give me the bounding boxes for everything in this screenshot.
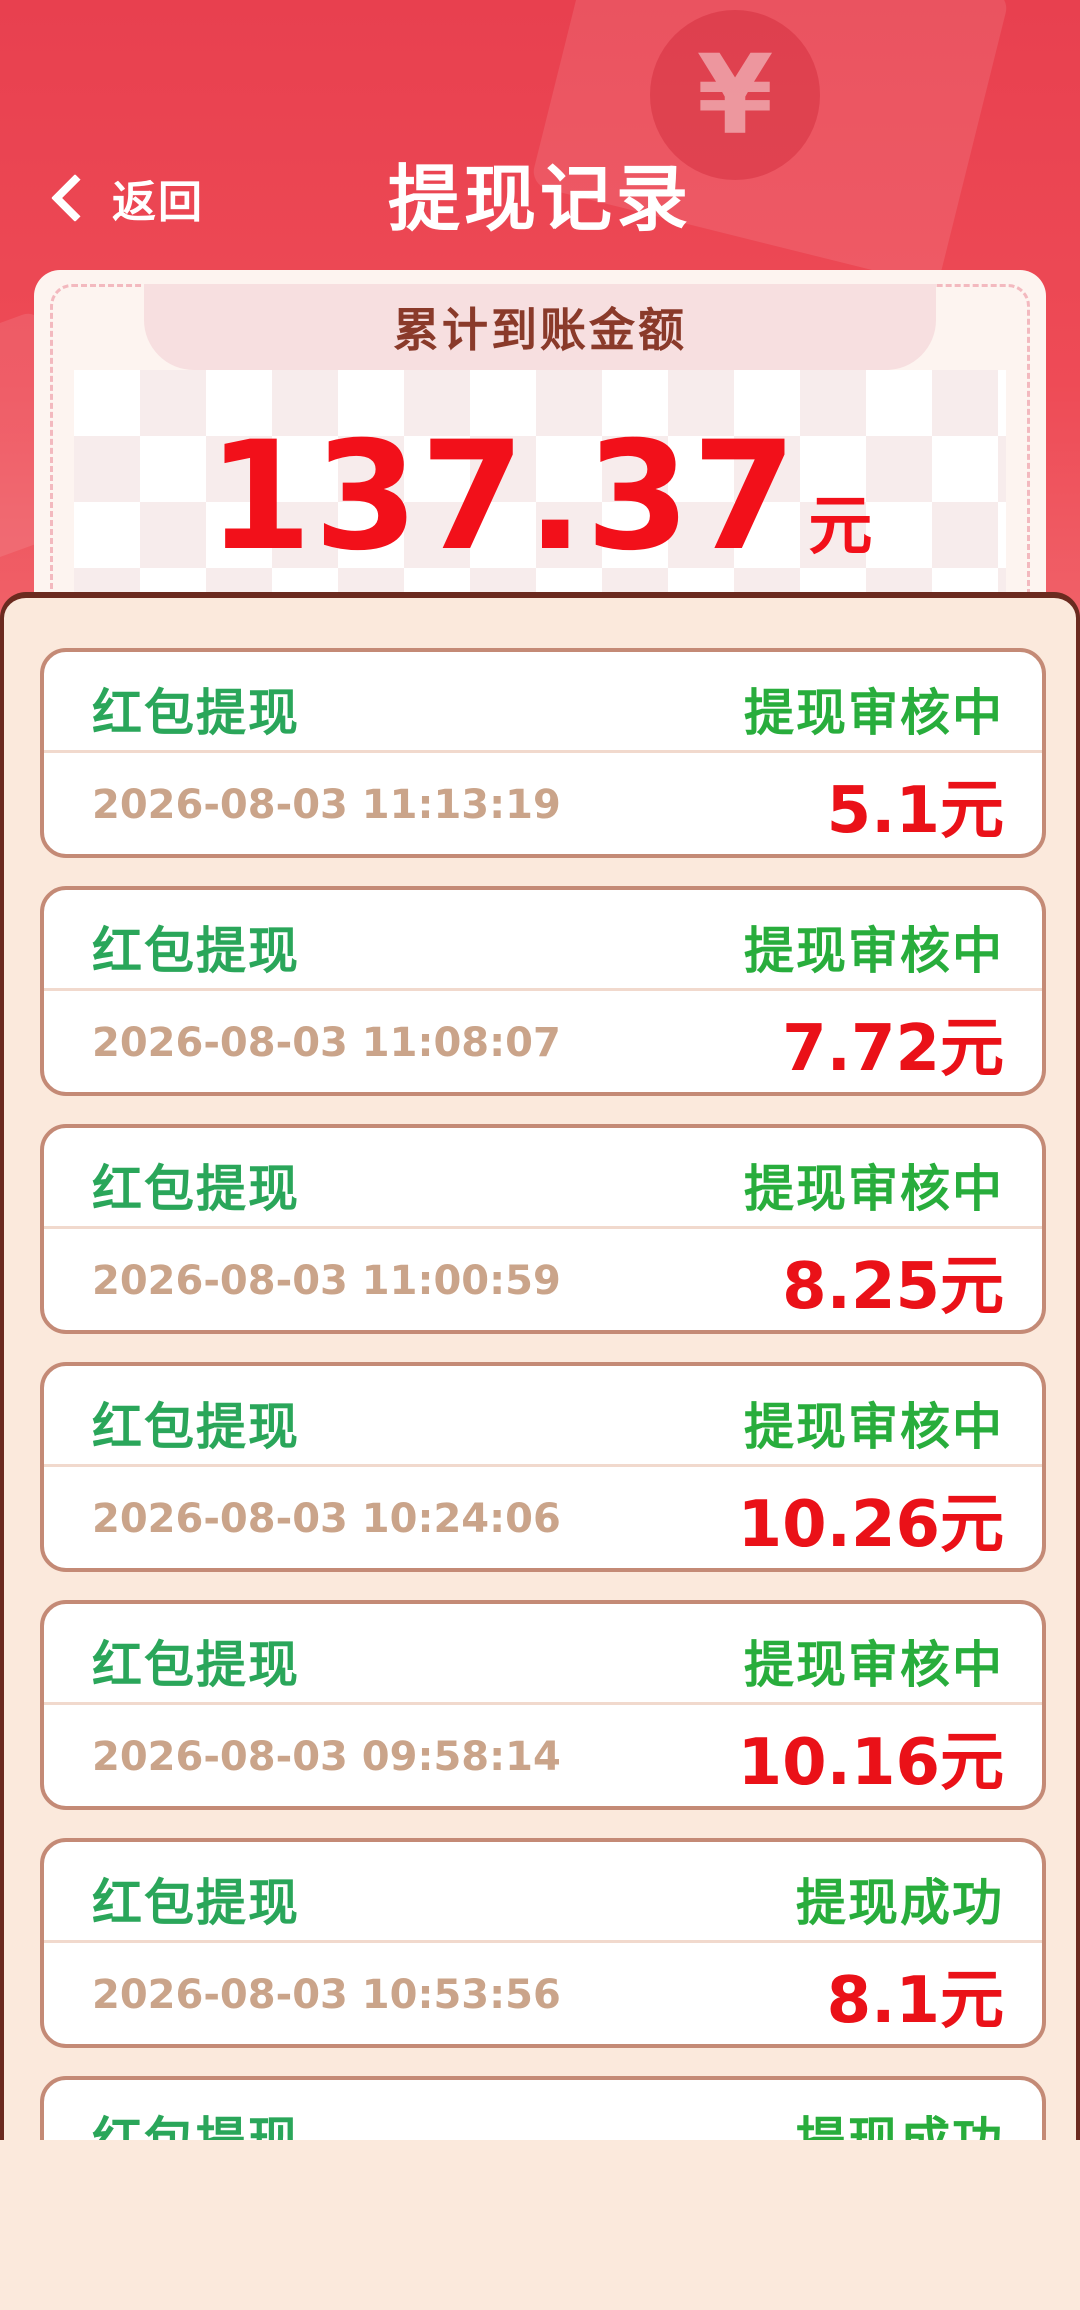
record-time: 2026-08-03 11:00:59	[92, 1258, 561, 1304]
record-card[interactable]: 红包提现 提现成功	[40, 2076, 1046, 2140]
bottom-area	[0, 2140, 1080, 2310]
record-divider	[44, 750, 1042, 753]
record-amount: 8.1元	[826, 1964, 1004, 2038]
record-card[interactable]: 红包提现 提现审核中 2026-08-03 11:00:59 8.25元	[40, 1124, 1046, 1334]
total-received-card: 累计到账金额 137.37 元	[34, 270, 1046, 630]
record-time: 2026-08-03 09:58:14	[92, 1734, 561, 1780]
record-status: 提现审核中	[744, 684, 1004, 742]
record-time: 2026-08-03 10:24:06	[92, 1496, 561, 1542]
record-type: 红包提现	[92, 1636, 300, 1694]
record-card[interactable]: 红包提现 提现审核中 2026-08-03 11:08:07 7.72元	[40, 886, 1046, 1096]
total-amount: 137.37 元	[34, 410, 1046, 584]
record-time: 2026-08-03 10:53:56	[92, 1972, 561, 2018]
record-status: 提现审核中	[744, 922, 1004, 980]
record-type: 红包提现	[92, 684, 300, 742]
total-amount-value: 137.37	[207, 410, 799, 584]
record-amount: 5.1元	[826, 774, 1004, 848]
record-type: 红包提现	[92, 1874, 300, 1932]
record-divider	[44, 988, 1042, 991]
record-status: 提现成功	[796, 2101, 1004, 2140]
record-divider	[44, 1226, 1042, 1229]
record-status: 提现审核中	[744, 1636, 1004, 1694]
record-amount: 10.26元	[737, 1488, 1004, 1562]
record-type: 红包提现	[92, 2101, 300, 2140]
record-type: 红包提现	[92, 1398, 300, 1456]
record-divider	[44, 1940, 1042, 1943]
record-time: 2026-08-03 11:08:07	[92, 1020, 561, 1066]
record-card[interactable]: 红包提现 提现审核中 2026-08-03 11:13:19 5.1元	[40, 648, 1046, 858]
total-amount-unit: 元	[808, 490, 873, 564]
record-divider	[44, 1702, 1042, 1705]
record-card[interactable]: 红包提现 提现成功 2026-08-03 10:53:56 8.1元	[40, 1838, 1046, 2048]
record-time: 2026-08-03 11:13:19	[92, 782, 561, 828]
total-label: 累计到账金额	[144, 284, 936, 370]
record-status: 提现审核中	[744, 1160, 1004, 1218]
record-type: 红包提现	[92, 1160, 300, 1218]
record-card[interactable]: 红包提现 提现审核中 2026-08-03 10:24:06 10.26元	[40, 1362, 1046, 1572]
page-title: 提现记录	[387, 157, 692, 241]
record-divider	[44, 1464, 1042, 1467]
record-card[interactable]: 红包提现 提现审核中 2026-08-03 09:58:14 10.16元	[40, 1600, 1046, 1810]
record-status: 提现成功	[796, 1874, 1004, 1932]
record-status: 提现审核中	[744, 1398, 1004, 1456]
record-amount: 10.16元	[737, 1726, 1004, 1800]
record-amount: 8.25元	[782, 1250, 1004, 1324]
withdraw-record-list[interactable]: 红包提现 提现审核中 2026-08-03 11:13:19 5.1元 红包提现…	[0, 592, 1080, 2140]
record-type: 红包提现	[92, 922, 300, 980]
record-amount: 7.72元	[782, 1012, 1004, 1086]
